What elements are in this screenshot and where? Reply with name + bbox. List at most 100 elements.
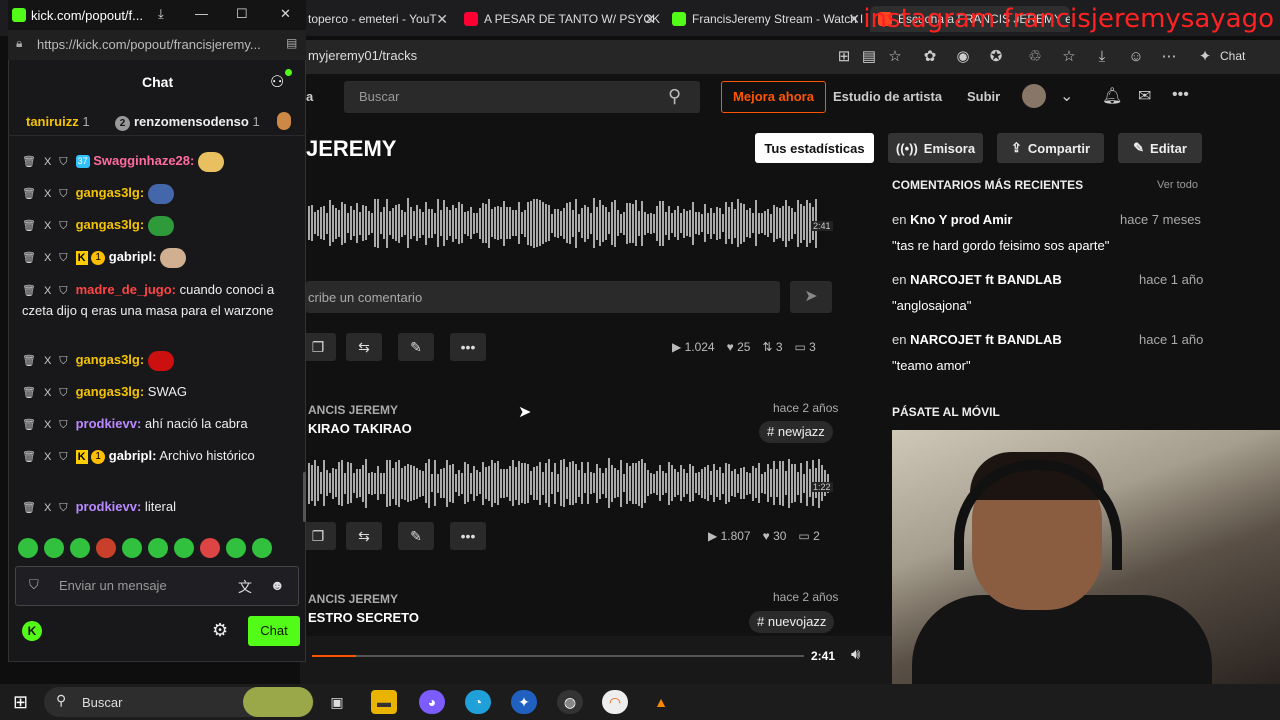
- emote-button[interactable]: [252, 538, 272, 558]
- emote-button[interactable]: [70, 538, 90, 558]
- overwatch-icon[interactable]: ◠: [602, 690, 628, 714]
- reader-icon[interactable]: ▤: [286, 36, 297, 50]
- artist-studio-link[interactable]: Estudio de artista: [833, 89, 942, 104]
- chat-username[interactable]: prodkievv:: [76, 416, 142, 431]
- chat-username[interactable]: madre_de_jugo:: [76, 282, 176, 297]
- app-icon[interactable]: ✦: [511, 690, 537, 714]
- emote-button[interactable]: [226, 538, 246, 558]
- emoji-icon[interactable]: ☻: [270, 577, 285, 593]
- close-icon[interactable]: ✕: [280, 6, 291, 22]
- comment-track-link[interactable]: NARCOJET ft BANDLAB: [910, 332, 1062, 347]
- task-view-icon[interactable]: ▣: [324, 690, 350, 714]
- copilot-icon[interactable]: ✦: [1194, 46, 1216, 68]
- chat-username[interactable]: Swagginhaze28:: [93, 153, 194, 168]
- more-icon[interactable]: •••: [450, 522, 486, 550]
- likes-count[interactable]: ♥ 25: [727, 340, 751, 354]
- emote-button[interactable]: [18, 538, 38, 558]
- emote-button[interactable]: [44, 538, 64, 558]
- extension-icon[interactable]: ✿: [919, 46, 941, 68]
- comments-count[interactable]: ▭ 2: [798, 529, 819, 543]
- bell-icon[interactable]: 🔔︎: [1102, 86, 1122, 106]
- more-icon[interactable]: ⋯: [1158, 46, 1180, 68]
- extension-icon[interactable]: ♲: [1024, 46, 1046, 68]
- comment-track-link[interactable]: Kno Y prod Amir: [910, 212, 1012, 227]
- volume-icon[interactable]: 🔊︎: [851, 646, 860, 663]
- browser-tab[interactable]: A PESAR DE TANTO W/ PSYCKE ✕: [456, 6, 660, 32]
- emote-button[interactable]: [96, 538, 116, 558]
- discord-icon[interactable]: ◕: [419, 690, 445, 714]
- send-icon[interactable]: ➤: [790, 281, 832, 313]
- close-icon[interactable]: ✕: [436, 11, 448, 28]
- stats-button[interactable]: Tus estadísticas: [755, 133, 874, 163]
- scrollbar[interactable]: [303, 472, 306, 522]
- edit-button[interactable]: ✎ Editar: [1118, 133, 1202, 163]
- windows-start-icon[interactable]: ⊞: [13, 692, 28, 713]
- mod-action-icons[interactable]: 🗑︎X⛉: [22, 285, 76, 297]
- chat-username[interactable]: gabripl:: [109, 249, 157, 264]
- chevron-down-icon[interactable]: ⌄: [1060, 86, 1073, 106]
- vlc-icon[interactable]: ▲: [648, 690, 674, 714]
- emote-button[interactable]: [174, 538, 194, 558]
- mod-action-icons[interactable]: 🗑︎X⛉: [22, 387, 76, 399]
- browser-tab[interactable]: FrancisJeremy Stream - Watch l ✕: [664, 6, 864, 32]
- file-explorer-icon[interactable]: ▬: [371, 690, 397, 714]
- genre-tag[interactable]: # nuevojazz: [749, 611, 835, 633]
- mod-action-icons[interactable]: 🗑︎X⛉: [22, 156, 76, 168]
- favorites-icon[interactable]: ☆: [1058, 46, 1080, 68]
- chat-send-button[interactable]: Chat: [248, 616, 300, 646]
- extensions-puzzle-icon[interactable]: ✪: [985, 46, 1007, 68]
- waveform[interactable]: [308, 456, 830, 510]
- gear-icon[interactable]: ⚙: [212, 620, 228, 641]
- reposts-count[interactable]: ⇅ 3: [762, 340, 782, 354]
- track-artist[interactable]: ANCIS JEREMY: [308, 403, 398, 417]
- maximize-icon[interactable]: ☐: [236, 6, 248, 22]
- browser-tab[interactable]: toperco - emeteri - YouT ✕: [300, 6, 452, 32]
- chat-username[interactable]: gangas3lg:: [76, 384, 145, 399]
- track-artist[interactable]: ANCIS JEREMY: [308, 592, 398, 606]
- waveform[interactable]: [308, 196, 818, 250]
- repost-icon[interactable]: ⇆: [346, 522, 382, 550]
- top-gifter[interactable]: taniruizz 1: [26, 114, 90, 129]
- upload-link[interactable]: Subir: [967, 89, 1000, 104]
- chat-username[interactable]: gabripl:: [109, 448, 157, 463]
- popout-url[interactable]: https://kick.com/popout/francisjeremy...: [37, 37, 261, 52]
- search-icon[interactable]: ⚲: [668, 86, 681, 107]
- mod-action-icons[interactable]: 🗑︎X⛉: [22, 502, 76, 514]
- upgrade-button[interactable]: Mejora ahora: [721, 81, 826, 113]
- likes-count[interactable]: ♥ 30: [763, 529, 787, 543]
- emote-button[interactable]: [122, 538, 142, 558]
- mod-action-icons[interactable]: 🗑︎X⛉: [22, 188, 76, 200]
- chat-username[interactable]: gangas3lg:: [76, 352, 145, 367]
- close-icon[interactable]: ✕: [848, 11, 860, 28]
- chat-username[interactable]: gangas3lg:: [76, 185, 145, 200]
- nav-link-partial[interactable]: a: [306, 89, 313, 104]
- reader-icon[interactable]: ▤: [858, 46, 880, 68]
- avatar[interactable]: [1022, 84, 1046, 108]
- mod-action-icons[interactable]: 🗑︎X⛉: [22, 220, 76, 232]
- translate-icon[interactable]: 文: [238, 577, 252, 597]
- edge-icon[interactable]: ◔: [465, 690, 491, 714]
- shield-icon[interactable]: ⛉: [29, 577, 39, 593]
- chat-username[interactable]: gangas3lg:: [76, 217, 145, 232]
- comments-count[interactable]: ▭ 3: [795, 340, 816, 354]
- mod-action-icons[interactable]: 🗑︎X⛉: [22, 419, 76, 431]
- view-all-link[interactable]: Ver todo: [1157, 179, 1198, 191]
- comment-track-link[interactable]: NARCOJET ft BANDLAB: [910, 272, 1062, 287]
- genre-tag[interactable]: # newjazz: [759, 421, 833, 443]
- close-icon[interactable]: ✕: [644, 11, 656, 28]
- copilot-chat-label[interactable]: Chat: [1220, 49, 1245, 63]
- progress-bar[interactable]: [312, 655, 804, 657]
- pencil-icon[interactable]: ✎: [398, 522, 434, 550]
- more-icon[interactable]: •••: [1172, 86, 1189, 104]
- download-icon[interactable]: ⤓: [1091, 46, 1113, 68]
- chat-username[interactable]: prodkievv:: [76, 499, 142, 514]
- obs-icon[interactable]: ◍: [557, 690, 583, 714]
- emote-button[interactable]: [200, 538, 220, 558]
- station-button[interactable]: ((•)) Emisora: [888, 133, 983, 163]
- users-icon[interactable]: ⚇: [270, 72, 284, 92]
- pencil-icon[interactable]: ✎: [398, 333, 434, 361]
- track-title[interactable]: ESTRO SECRETO: [308, 610, 419, 625]
- share-button[interactable]: ⇪ Compartir: [997, 133, 1104, 163]
- top-gifter[interactable]: 2 renzomensodenso 1: [115, 114, 260, 131]
- search-highlight-image[interactable]: [243, 687, 313, 717]
